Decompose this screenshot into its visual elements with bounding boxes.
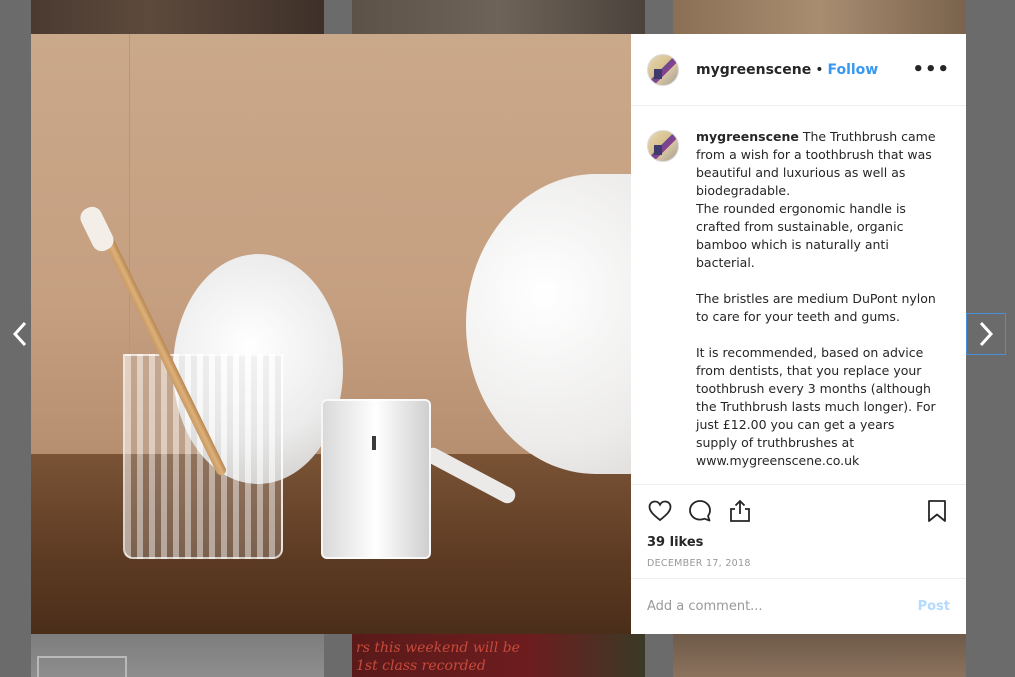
add-comment-bar: Post [631, 578, 966, 634]
next-post-button[interactable] [966, 313, 1006, 355]
post-actions: 39 likes DECEMBER 17, 2018 [631, 484, 966, 569]
avatar[interactable] [647, 53, 679, 86]
candle-wick-graphic [372, 436, 376, 450]
follow-button[interactable]: Follow [827, 62, 878, 78]
grid-thumbnail[interactable] [673, 634, 966, 677]
author-username[interactable]: mygreenscene [696, 62, 811, 78]
grid-thumbnail[interactable]: rs this weekend will be 1st class record… [352, 634, 645, 677]
toothbrush-head-graphic [77, 203, 117, 255]
comment-button[interactable] [687, 498, 713, 524]
share-icon [730, 499, 750, 522]
action-icon-row [631, 485, 966, 527]
chevron-right-icon [979, 321, 994, 347]
header-separator: • [815, 61, 824, 78]
thumbnail-promo-text: rs this weekend will be [356, 640, 520, 656]
grid-thumbnail[interactable] [352, 0, 645, 34]
sink-basin-graphic [466, 174, 631, 474]
chevron-left-icon [12, 321, 27, 347]
save-button[interactable] [924, 498, 950, 524]
avatar-mark [654, 68, 662, 79]
post-header: mygreenscene • Follow ••• [631, 34, 966, 106]
caption-username[interactable]: mygreenscene [696, 129, 799, 144]
post-sidebar: mygreenscene • Follow ••• mygreenscene T… [631, 34, 966, 634]
candle-graphic [321, 399, 431, 559]
grid-thumbnail[interactable] [673, 0, 966, 34]
post-comment-button[interactable]: Post [918, 599, 950, 614]
grid-thumbnail[interactable] [31, 634, 324, 677]
comments-section: mygreenscene The Truthbrush came from a … [631, 106, 966, 484]
likes-count[interactable]: 39 likes [631, 535, 966, 550]
caption-text: The Truthbrush came from a wish for a to… [696, 129, 936, 468]
post-caption: mygreenscene The Truthbrush came from a … [696, 128, 936, 484]
post-image[interactable] [31, 34, 631, 634]
comment-input[interactable] [647, 599, 918, 614]
bookmark-icon [928, 500, 946, 522]
glass-tumbler-graphic [123, 354, 283, 559]
thumbnail-promo-text: 1st class recorded [356, 658, 486, 674]
picture-frame-graphic [37, 656, 127, 677]
post-modal: mygreenscene • Follow ••• mygreenscene T… [31, 34, 966, 634]
heart-icon [648, 500, 672, 522]
grid-thumbnail[interactable] [31, 0, 324, 34]
more-options-icon[interactable]: ••• [912, 59, 950, 80]
like-button[interactable] [647, 498, 673, 524]
avatar-mark [654, 145, 662, 155]
avatar[interactable] [647, 130, 679, 162]
post-date[interactable]: DECEMBER 17, 2018 [631, 558, 966, 569]
share-button[interactable] [727, 498, 753, 524]
comment-bubble-icon [689, 500, 711, 522]
